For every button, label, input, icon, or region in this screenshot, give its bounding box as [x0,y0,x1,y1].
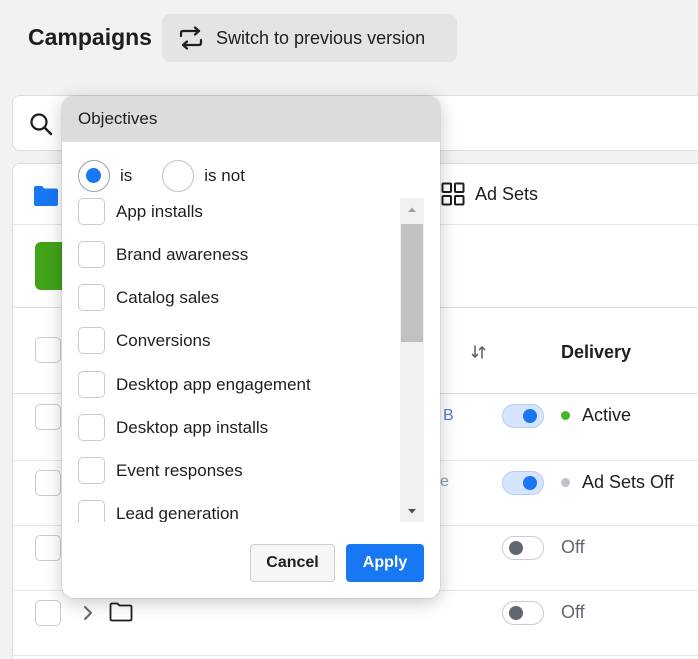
objectives-options-list: App installs Brand awareness Catalog sal… [62,196,402,522]
tab-ad-sets-label: Ad Sets [475,183,539,204]
folder-icon [109,602,133,622]
delivery-column-header[interactable]: Delivery [561,342,631,363]
objective-checkbox[interactable] [78,371,105,398]
objective-checkbox[interactable] [78,457,105,484]
delivery-status-text: Off [561,537,585,557]
toggle-knob [523,409,537,423]
delivery-status: Ad Sets Off [561,472,674,493]
cancel-button[interactable]: Cancel [250,544,335,582]
switch-version-label: Switch to previous version [216,27,426,48]
status-dot-icon [561,411,570,420]
radio-is-not[interactable] [162,160,195,192]
objective-label: App installs [116,201,203,221]
search-icon [30,113,53,136]
objective-option[interactable]: Event responses [78,457,243,484]
campaign-toggle[interactable] [502,404,544,428]
delivery-status: Off [561,602,585,623]
options-scrollbar[interactable] [400,198,424,522]
row-checkbox[interactable] [35,535,61,561]
grid-icon [441,182,465,206]
select-all-checkbox[interactable] [35,337,61,363]
objective-option[interactable]: Desktop app engagement [78,371,311,398]
delivery-status-text: Ad Sets Off [582,472,674,492]
filter-mode-radio-group: is is not [78,160,275,192]
delivery-status: Active [561,405,631,426]
objective-checkbox[interactable] [78,414,105,441]
objective-option[interactable]: Lead generation [78,500,239,522]
objective-checkbox[interactable] [78,327,105,354]
row-checkbox[interactable] [35,600,61,626]
campaign-name-fragment[interactable]: B [443,407,454,425]
campaigns-folder-icon[interactable] [33,185,59,207]
scroll-down-arrow-icon[interactable] [400,500,424,522]
apply-button[interactable]: Apply [346,544,424,582]
objective-label: Brand awareness [116,244,249,264]
objective-label: Desktop app engagement [116,374,311,394]
objective-checkbox[interactable] [78,198,105,225]
delivery-status: Off [561,537,585,558]
objective-checkbox[interactable] [78,284,105,311]
campaign-toggle[interactable] [502,536,544,560]
status-dot-icon [561,478,570,487]
switch-arrows-icon [179,26,203,50]
campaign-toggle[interactable] [502,471,544,495]
page-title: Campaigns [28,24,152,50]
objective-option[interactable]: Catalog sales [78,284,219,311]
objective-label: Catalog sales [116,287,220,307]
objective-label: Conversions [116,330,211,350]
objective-option[interactable]: App installs [78,198,203,225]
campaign-name-fragment[interactable]: e [440,473,449,491]
radio-is-not-label: is not [204,166,245,185]
row-checkbox[interactable] [35,404,61,430]
radio-is[interactable] [78,160,110,192]
objective-option[interactable]: Brand awareness [78,241,248,268]
objective-label: Lead generation [116,503,239,523]
row-checkbox[interactable] [35,470,61,496]
toggle-knob [509,606,523,620]
radio-is-label: is [120,166,133,185]
sort-icon[interactable] [471,344,487,360]
campaign-toggle[interactable] [502,601,544,625]
toggle-knob [523,476,537,490]
objective-option[interactable]: Desktop app installs [78,414,268,441]
row-divider [13,655,698,656]
objective-label: Desktop app installs [116,417,269,437]
toggle-knob [509,541,523,555]
switch-version-button[interactable]: Switch to previous version [162,14,457,62]
tab-ad-sets[interactable]: Ad Sets [441,182,538,206]
delivery-status-text: Active [582,405,632,425]
objective-label: Event responses [116,460,243,480]
delivery-status-text: Off [561,602,585,622]
objective-checkbox[interactable] [78,241,105,268]
scrollbar-thumb[interactable] [401,224,423,342]
objective-checkbox[interactable] [78,500,105,522]
chevron-right-icon[interactable] [83,605,93,621]
scroll-up-arrow-icon[interactable] [400,198,424,220]
popover-title: Objectives [62,96,440,142]
objectives-filter-popover: Objectives is is not App installs Brand … [62,96,440,598]
objective-option[interactable]: Conversions [78,327,211,354]
